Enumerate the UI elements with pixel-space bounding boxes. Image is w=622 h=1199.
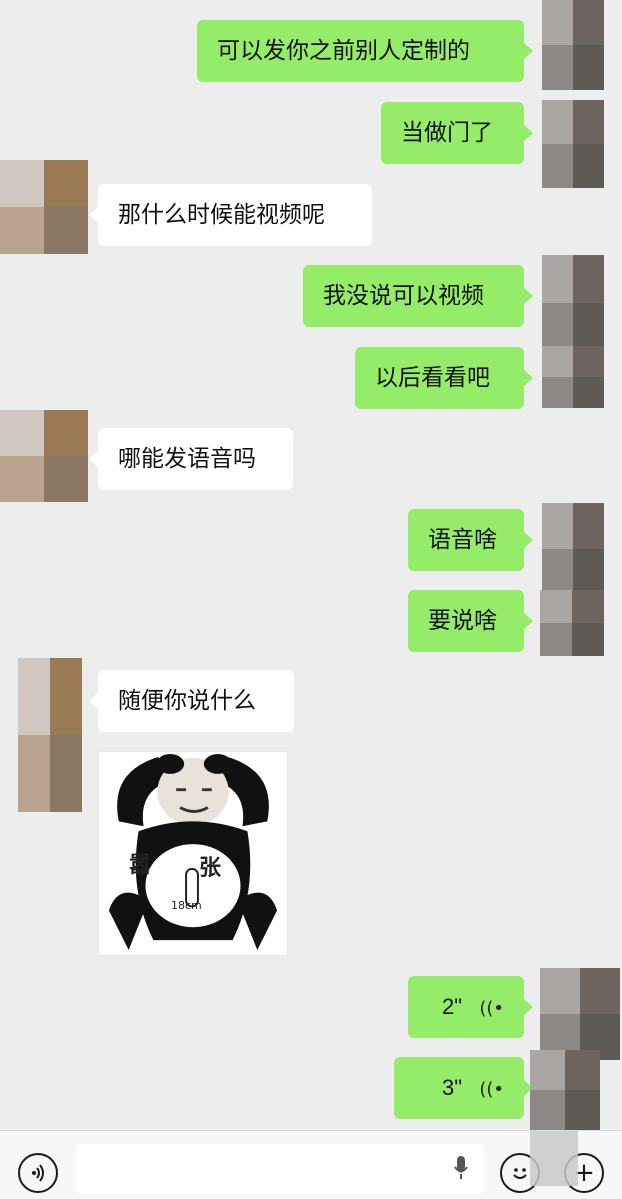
message-bubble-incoming[interactable]: 那什么时候能视频呢 bbox=[89, 184, 372, 246]
message-text: 我没说可以视频 bbox=[323, 283, 484, 309]
sticker-caption-small: 18cm bbox=[171, 899, 202, 912]
avatar-contact[interactable] bbox=[18, 658, 82, 812]
voice-wave-icon: ((• bbox=[479, 1079, 504, 1100]
avatar-self[interactable] bbox=[540, 968, 620, 1060]
avatar-self[interactable] bbox=[542, 503, 604, 595]
message-text: 要说啥 bbox=[428, 608, 497, 634]
blurred-overlay bbox=[530, 1131, 578, 1186]
message-bubble-outgoing[interactable]: 语音啥 bbox=[408, 509, 533, 571]
message-bubble-outgoing[interactable]: 以后看看吧 bbox=[355, 347, 533, 409]
voice-toggle-glyph bbox=[32, 1164, 44, 1182]
avatar-self[interactable] bbox=[542, 346, 604, 408]
message-text: 语音啥 bbox=[428, 527, 497, 553]
message-bubble-outgoing[interactable]: 可以发你之前别人定制的 bbox=[197, 20, 533, 82]
message-bubble-outgoing[interactable]: 我没说可以视频 bbox=[303, 265, 533, 327]
voice-message-bubble[interactable]: 2" ((• bbox=[408, 976, 533, 1038]
voice-duration: 3" bbox=[441, 1075, 463, 1100]
message-text: 哪能发语音吗 bbox=[118, 446, 256, 472]
message-text: 当做门了 bbox=[401, 120, 493, 146]
message-text: 随便你说什么 bbox=[118, 688, 256, 714]
microphone-icon[interactable] bbox=[454, 1156, 468, 1180]
avatar-self[interactable] bbox=[542, 0, 604, 90]
message-text: 以后看看吧 bbox=[375, 365, 490, 391]
avatar-contact[interactable] bbox=[0, 160, 88, 254]
message-input[interactable] bbox=[76, 1144, 484, 1194]
avatar-self[interactable] bbox=[542, 255, 604, 351]
avatar-self[interactable] bbox=[530, 1050, 600, 1130]
avatar-self[interactable] bbox=[540, 590, 604, 656]
message-bubble-outgoing[interactable]: 当做门了 bbox=[381, 102, 533, 164]
message-bubble-outgoing[interactable]: 要说啥 bbox=[408, 590, 533, 652]
voice-wave-icon: ((• bbox=[479, 998, 504, 1019]
chat-input-bar: + bbox=[0, 1130, 622, 1199]
message-text: 那什么时候能视频呢 bbox=[118, 202, 325, 228]
message-bubble-incoming[interactable]: 随便你说什么 bbox=[89, 670, 294, 732]
voice-toggle-icon[interactable] bbox=[18, 1153, 58, 1193]
panda-meme-sticker[interactable]: 嚣 张 18cm bbox=[98, 751, 288, 956]
voice-message-bubble[interactable]: 3" ((• bbox=[394, 1057, 533, 1119]
sticker-caption-right: 张 bbox=[199, 856, 222, 881]
avatar-self[interactable] bbox=[542, 100, 604, 188]
message-bubble-incoming[interactable]: 哪能发语音吗 bbox=[89, 428, 293, 490]
sticker-caption-left: 嚣 bbox=[129, 853, 152, 878]
avatar-contact[interactable] bbox=[0, 410, 88, 502]
voice-duration: 2" bbox=[441, 994, 463, 1019]
chat-area[interactable]: 可以发你之前别人定制的 当做门了 那什么时候能视频呢 我没说可以视频 以后看看吧… bbox=[0, 0, 622, 1130]
message-text: 可以发你之前别人定制的 bbox=[217, 38, 470, 64]
panda-sticker-image bbox=[99, 752, 287, 955]
